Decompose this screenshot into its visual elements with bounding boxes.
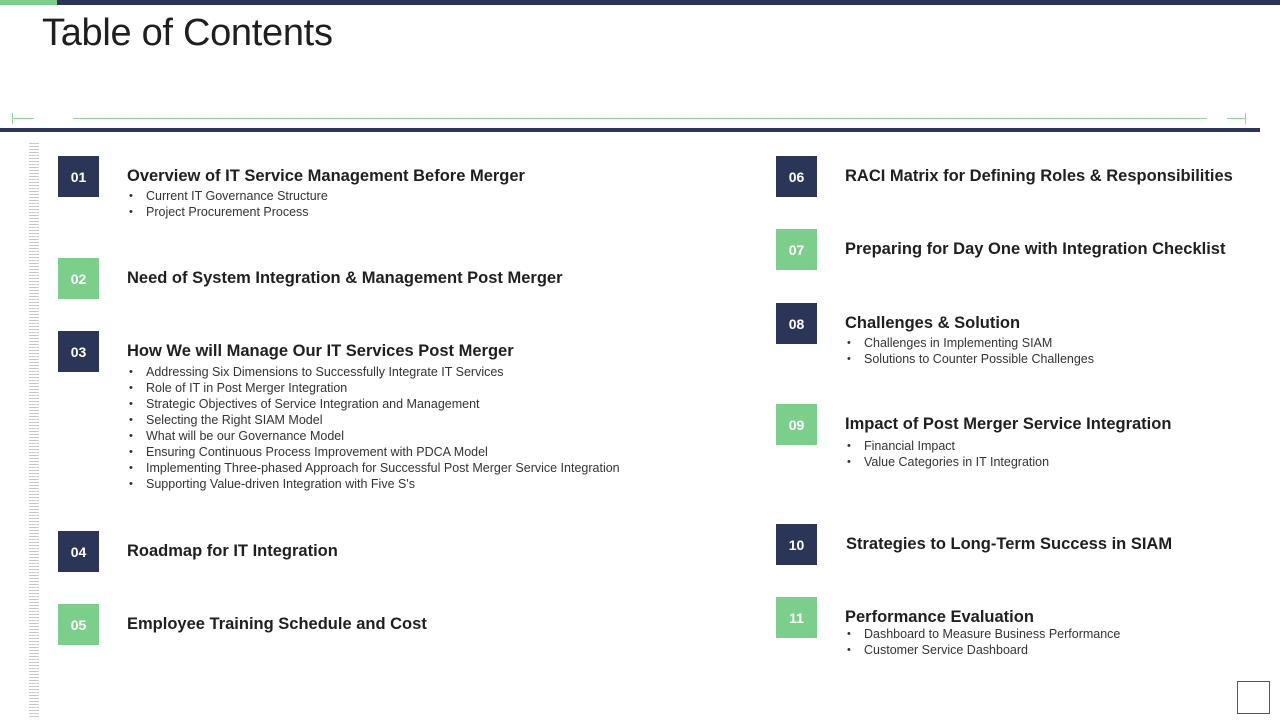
page-title: Table of Contents	[42, 12, 333, 54]
subtopic: Addressing Six Dimensions to Successfull…	[127, 364, 620, 380]
subtopic: Solutions to Counter Possible Challenges	[845, 351, 1094, 367]
subtopic: Project Procurement Process	[127, 204, 328, 220]
divider-line	[73, 118, 1207, 119]
subtopic: Ensuring Continuous Process Improvement …	[127, 444, 620, 460]
divider-line	[1227, 118, 1245, 119]
toc-heading: RACI Matrix for Defining Roles & Respons…	[845, 167, 1233, 185]
toc-heading: Need of System Integration & Management …	[127, 269, 563, 287]
toc-heading: Overview of IT Service Management Before…	[127, 167, 525, 185]
toc-heading: Performance Evaluation	[845, 608, 1034, 626]
subtopic: Current IT Governance Structure	[127, 188, 328, 204]
number-badge: 11	[776, 597, 817, 638]
toc-heading: Strategies to Long-Term Success in SIAM	[846, 535, 1173, 553]
number-badge: 05	[58, 604, 99, 645]
header-rule	[0, 128, 1260, 132]
subtopic: Selecting the Right SIAM Model	[127, 412, 620, 428]
subtopic: Dashboard to Measure Business Performanc…	[845, 626, 1120, 642]
number-badge: 09	[776, 404, 817, 445]
number-badge: 06	[776, 156, 817, 197]
subtopic-list: Addressing Six Dimensions to Successfull…	[127, 364, 620, 492]
divider-line	[12, 118, 34, 119]
toc-heading: Impact of Post Merger Service Integratio…	[845, 415, 1172, 433]
toc-heading: Preparing for Day One with Integration C…	[845, 240, 1226, 258]
top-accent-bar	[0, 0, 1280, 5]
number-badge: 07	[776, 229, 817, 270]
toc-heading: Challenges & Solution	[845, 314, 1021, 332]
toc-heading: How We will Manage Our IT Services Post …	[127, 342, 514, 360]
number-badge: 10	[776, 524, 817, 565]
number-badge: 02	[58, 258, 99, 299]
subtopic-list: Current IT Governance Structure Project …	[127, 188, 328, 220]
subtopic: Strategic Objectives of Service Integrat…	[127, 396, 620, 412]
subtopic: Implementing Three-phased Approach for S…	[127, 460, 620, 476]
toc-heading: Employee Training Schedule and Cost	[127, 615, 427, 633]
number-badge: 04	[58, 531, 99, 572]
toc-heading: Roadmap for IT Integration	[127, 542, 338, 560]
subtopic: What will be our Governance Model	[127, 428, 620, 444]
subtopic: Value Categories in IT Integration	[845, 454, 1049, 470]
subtopic: Financial Impact	[845, 438, 1049, 454]
subtopic: Supporting Value-driven Integration with…	[127, 476, 620, 492]
divider-tick	[1245, 113, 1246, 124]
subtopic-list: Financial Impact Value Categories in IT …	[845, 438, 1049, 470]
subtopic: Challenges in Implementing SIAM	[845, 335, 1094, 351]
slide-corner-box	[1237, 681, 1270, 714]
subtopic-list: Dashboard to Measure Business Performanc…	[845, 626, 1120, 658]
subtopic: Role of IT in Post Merger Integration	[127, 380, 620, 396]
number-badge: 01	[58, 156, 99, 197]
subtopic: Customer Service Dashboard	[845, 642, 1120, 658]
top-accent-green	[0, 0, 57, 5]
subtopic-list: Challenges in Implementing SIAM Solution…	[845, 335, 1094, 367]
decorative-ladder	[29, 143, 39, 718]
number-badge: 03	[58, 331, 99, 372]
number-badge: 08	[776, 303, 817, 344]
